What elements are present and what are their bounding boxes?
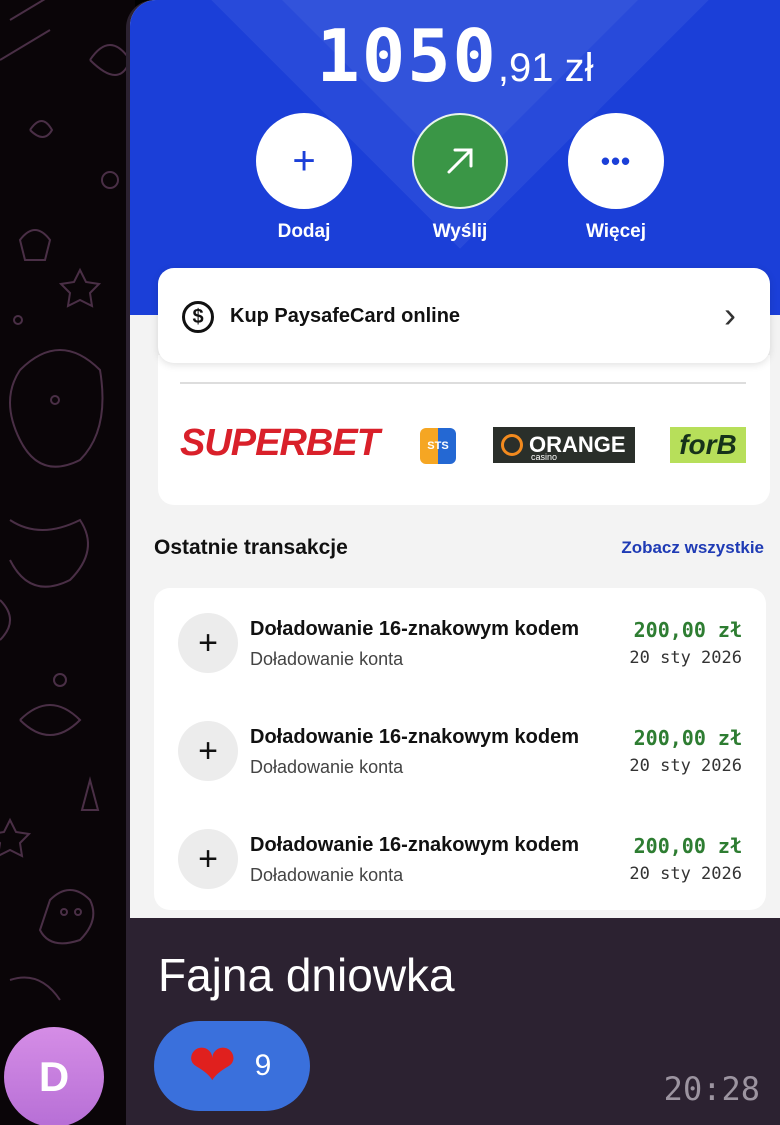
- balance-integer: 1050: [316, 14, 498, 98]
- transaction-row[interactable]: + Doładowanie 16-znakowym kodem Doładowa…: [154, 588, 766, 696]
- heart-reaction-chip[interactable]: ❤ 9: [154, 1021, 310, 1111]
- plus-icon: +: [178, 721, 238, 781]
- divider: [180, 382, 746, 384]
- chat-wallpaper: [0, 0, 135, 1125]
- paysafecard-label: Kup PaysafeCard online: [230, 305, 461, 327]
- message-bubble[interactable]: 1050,91 zł + Dodaj Wyślij ••• Więcej SUP…: [126, 0, 780, 1125]
- chevron-right-icon: ›: [724, 294, 736, 335]
- more-button-label: Więcej: [585, 221, 647, 242]
- plus-icon: +: [178, 829, 238, 889]
- transaction-amount: 200,00 zł: [633, 618, 742, 642]
- more-button-circle[interactable]: •••: [568, 113, 664, 209]
- sts-logo[interactable]: STS: [420, 428, 456, 464]
- see-all-link[interactable]: Zobacz wszystkie: [621, 538, 764, 558]
- wallet-balance: 1050,91 zł: [130, 14, 780, 98]
- add-button-circle[interactable]: +: [256, 113, 352, 209]
- transaction-row[interactable]: + Doładowanie 16-znakowym kodem Doładowa…: [154, 804, 766, 912]
- more-button[interactable]: ••• Więcej: [568, 113, 664, 243]
- transaction-subtitle: Doładowanie konta: [250, 649, 404, 669]
- heart-icon: ❤: [188, 1033, 237, 1098]
- send-button-label: Wyślij: [432, 221, 488, 242]
- buy-paysafecard-button[interactable]: $ Kup PaysafeCard online ›: [158, 268, 770, 363]
- add-button-label: Dodaj: [277, 221, 331, 242]
- transaction-amount: 200,00 zł: [633, 726, 742, 750]
- add-button[interactable]: + Dodaj: [256, 113, 352, 243]
- superbet-logo[interactable]: SUPERBET: [180, 422, 380, 465]
- transaction-subtitle: Doładowanie konta: [250, 865, 404, 885]
- transaction-amount: 200,00 zł: [633, 834, 742, 858]
- transaction-subtitle: Doładowanie konta: [250, 757, 404, 777]
- arrow-up-right-icon: [447, 148, 473, 174]
- avatar-initial: D: [38, 1053, 70, 1100]
- send-button[interactable]: Wyślij: [412, 113, 508, 243]
- sender-avatar[interactable]: D: [4, 1027, 104, 1125]
- transaction-date: 20 sty 2026: [629, 648, 742, 668]
- dollar-circle-icon: $: [182, 301, 214, 333]
- orange-ring-icon: [501, 434, 523, 456]
- transaction-title: Doładowanie 16-znakowym kodem: [250, 618, 579, 640]
- balance-fraction: ,91 zł: [497, 46, 594, 90]
- message-timestamp: 20:28: [663, 1070, 760, 1108]
- partner-logos-panel: SUPERBET STS ORANGE casino forB: [158, 355, 770, 505]
- recent-transactions-heading: Ostatnie transakcje: [154, 536, 348, 559]
- transaction-date: 20 sty 2026: [629, 864, 742, 884]
- more-dots-icon: •••: [600, 145, 632, 176]
- message-text: Fajna dniowka: [158, 949, 455, 1001]
- transaction-title: Doładowanie 16-znakowym kodem: [250, 834, 579, 856]
- plus-icon: +: [178, 613, 238, 673]
- orange-casino-logo[interactable]: ORANGE casino: [493, 427, 635, 463]
- transaction-title: Doładowanie 16-znakowym kodem: [250, 726, 579, 748]
- sts-logo-text: STS: [427, 440, 449, 452]
- transaction-date: 20 sty 2026: [629, 756, 742, 776]
- plus-icon: +: [292, 139, 316, 183]
- transactions-list: + Doładowanie 16-znakowym kodem Doładowa…: [154, 588, 766, 910]
- forb-logo[interactable]: forB: [670, 427, 746, 463]
- send-button-circle[interactable]: [412, 113, 508, 209]
- transaction-row[interactable]: + Doładowanie 16-znakowym kodem Doładowa…: [154, 696, 766, 804]
- attached-screenshot[interactable]: 1050,91 zł + Dodaj Wyślij ••• Więcej SUP…: [130, 0, 780, 918]
- orange-casino-subtext: casino: [531, 452, 558, 462]
- reaction-count: 9: [254, 1049, 272, 1082]
